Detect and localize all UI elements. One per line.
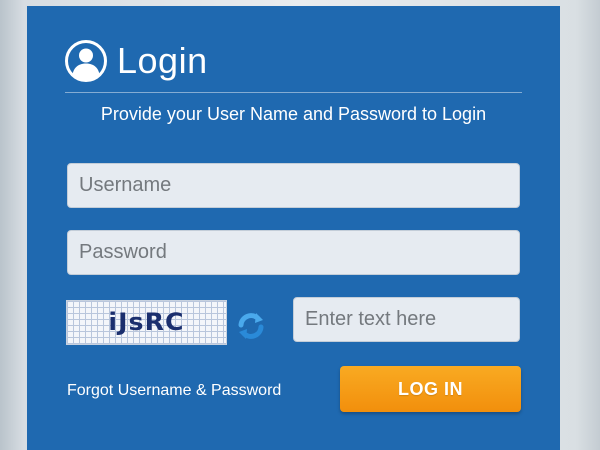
login-button[interactable]: LOG IN: [340, 366, 521, 412]
forgot-credentials-link[interactable]: Forgot Username & Password: [67, 381, 281, 401]
login-panel: Login Provide your User Name and Passwor…: [27, 6, 560, 450]
captcha-input[interactable]: [293, 297, 520, 342]
user-icon: [65, 40, 107, 82]
login-instructions: Provide your User Name and Password to L…: [100, 104, 487, 124]
refresh-icon[interactable]: [236, 311, 266, 341]
captcha-image: iJsRC: [66, 300, 227, 345]
username-input[interactable]: [67, 163, 520, 208]
captcha-text: iJsRC: [108, 308, 185, 336]
header-divider: [65, 92, 522, 93]
login-header: Login: [65, 40, 208, 82]
page-title: Login: [117, 40, 208, 81]
password-input[interactable]: [67, 230, 520, 275]
